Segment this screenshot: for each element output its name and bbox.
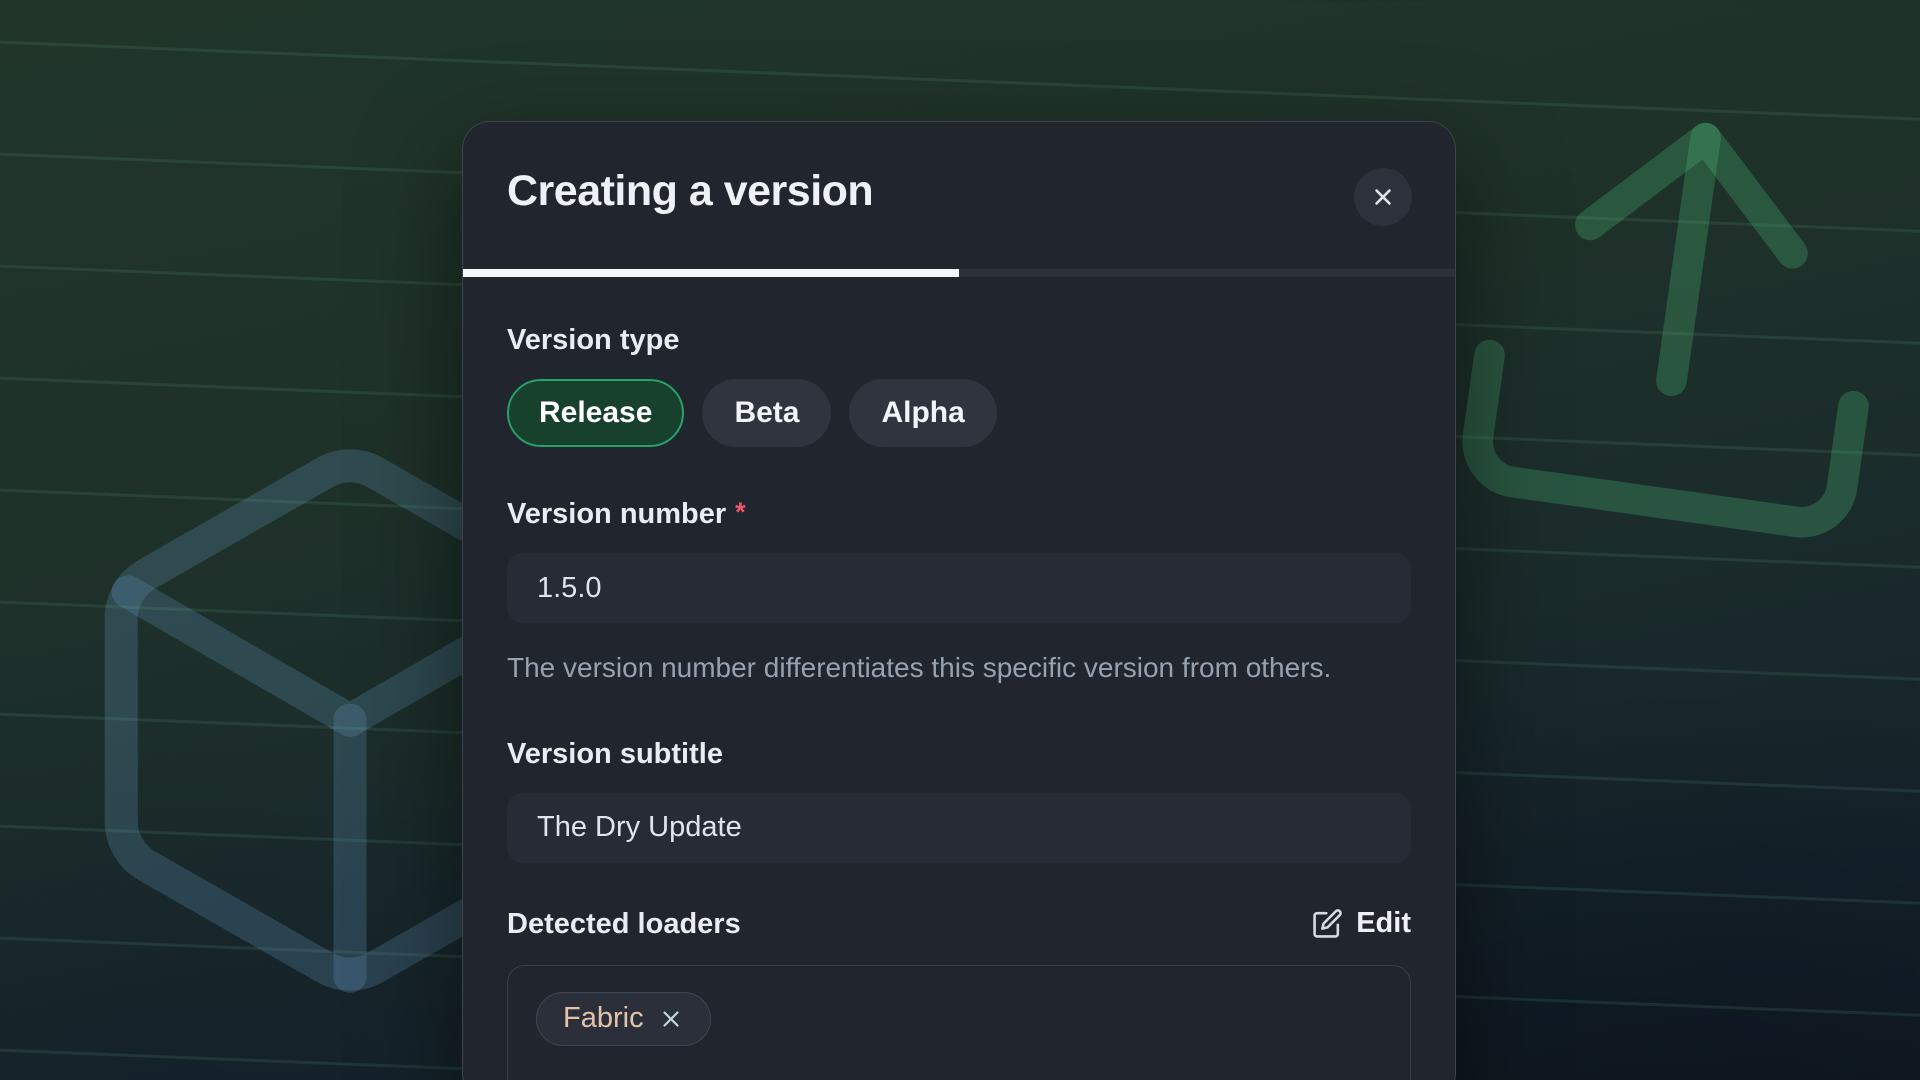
- detected-loaders-box: Fabric: [507, 965, 1411, 1080]
- loader-chip-fabric: Fabric: [536, 992, 711, 1046]
- modal-header: Creating a version: [463, 122, 1455, 213]
- edit-loaders-button[interactable]: Edit: [1312, 907, 1411, 940]
- detected-loaders-label: Detected loaders: [507, 907, 741, 941]
- close-icon: [1369, 183, 1397, 211]
- modal-title: Creating a version: [507, 170, 1411, 213]
- version-number-label: Version number *: [507, 497, 1411, 531]
- loader-name: Fabric: [563, 1002, 644, 1035]
- background-line: [0, 35, 1920, 134]
- remove-loader-button[interactable]: [658, 1006, 684, 1032]
- version-type-label: Version type: [507, 323, 1411, 357]
- create-version-modal: Creating a version Version type Release …: [462, 121, 1456, 1080]
- chip-alpha[interactable]: Alpha: [849, 379, 996, 447]
- progress-fill: [463, 269, 959, 277]
- required-asterisk: *: [735, 497, 746, 527]
- progress-bar: [463, 269, 1455, 277]
- version-type-chips: Release Beta Alpha: [507, 379, 1411, 447]
- modal-body: Version type Release Beta Alpha Version …: [463, 323, 1455, 1080]
- detected-loaders-row: Detected loaders Edit: [507, 907, 1411, 941]
- version-number-label-text: Version number: [507, 498, 726, 530]
- chip-release[interactable]: Release: [507, 379, 684, 447]
- version-subtitle-input[interactable]: [507, 793, 1411, 863]
- chip-beta[interactable]: Beta: [702, 379, 831, 447]
- edit-label: Edit: [1356, 907, 1411, 940]
- version-number-input[interactable]: [507, 553, 1411, 623]
- version-number-help: The version number differentiates this s…: [507, 649, 1352, 687]
- upload-arrow-icon: [1403, 43, 1920, 596]
- page-background: { "modal": { "title": "Creating a versio…: [0, 0, 1920, 1080]
- version-subtitle-label: Version subtitle: [507, 737, 1411, 771]
- close-button[interactable]: [1354, 168, 1412, 226]
- remove-x-icon: [658, 1006, 684, 1032]
- edit-pencil-icon: [1312, 908, 1343, 939]
